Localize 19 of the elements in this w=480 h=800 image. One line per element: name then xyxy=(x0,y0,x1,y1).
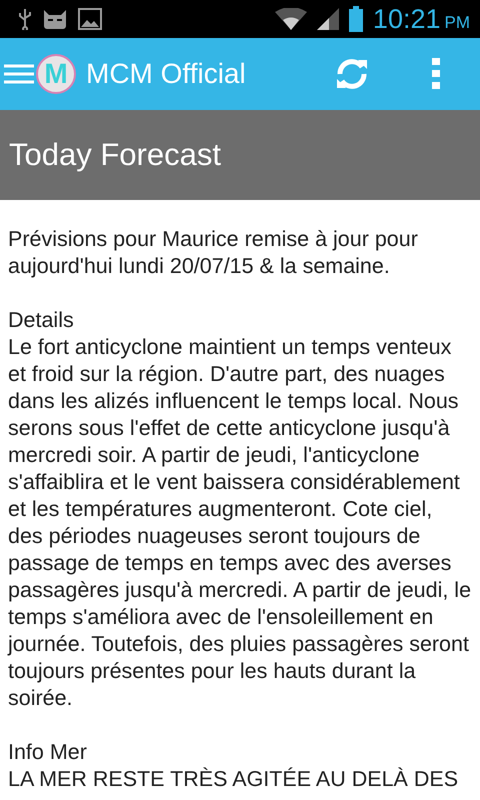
forecast-paragraph: Le fort anticyclone maintient un temps venteux et froid sur la région. D'autre part, des nuages dans les alizés influencent le temps local. Nous serons sous l'effet de cette anticyclone jusqu'à mercredi soir. A partir de jeudi, l'anticyclone s'affaiblira et le vent baissera considérablement et les températures augmenteront. Cote ciel, des périodes nuageuses seront toujours de passage de temps en temps avec des averses passagères jusqu'à mercredi. A partir de jeudi, le temps s'améliora avec de l'ensoleillement en journée. Toutefois, des pluies passagères seront toujours présentes pour les hauts durant la soirée. xyxy=(8,334,472,712)
refresh-icon[interactable] xyxy=(334,56,370,92)
section-heading: Info Mer xyxy=(8,739,88,766)
signal-icon xyxy=(316,8,339,30)
section-heading: Details xyxy=(8,307,75,334)
battery-icon xyxy=(348,6,363,32)
wifi-icon xyxy=(274,8,307,30)
usb-icon xyxy=(18,8,32,30)
app-title: MCM Official xyxy=(86,58,247,90)
robot-icon xyxy=(42,8,68,30)
menu-icon[interactable] xyxy=(4,63,34,85)
clock-meridiem: PM xyxy=(444,12,470,32)
forecast-paragraph: LA MER RESTE TRÈS AGITÉE AU DELÀ DES xyxy=(8,766,460,793)
forecast-paragraph: Prévisions pour Maurice remise à jour pour aujourd'hui lundi 20/07/15 & la semaine. xyxy=(8,226,419,280)
more-options-icon[interactable] xyxy=(432,58,442,90)
picture-icon xyxy=(78,8,102,30)
app-logo: M xyxy=(36,54,76,94)
clock-time: 10:21 xyxy=(372,4,440,34)
page-title: Today Forecast xyxy=(9,137,221,173)
